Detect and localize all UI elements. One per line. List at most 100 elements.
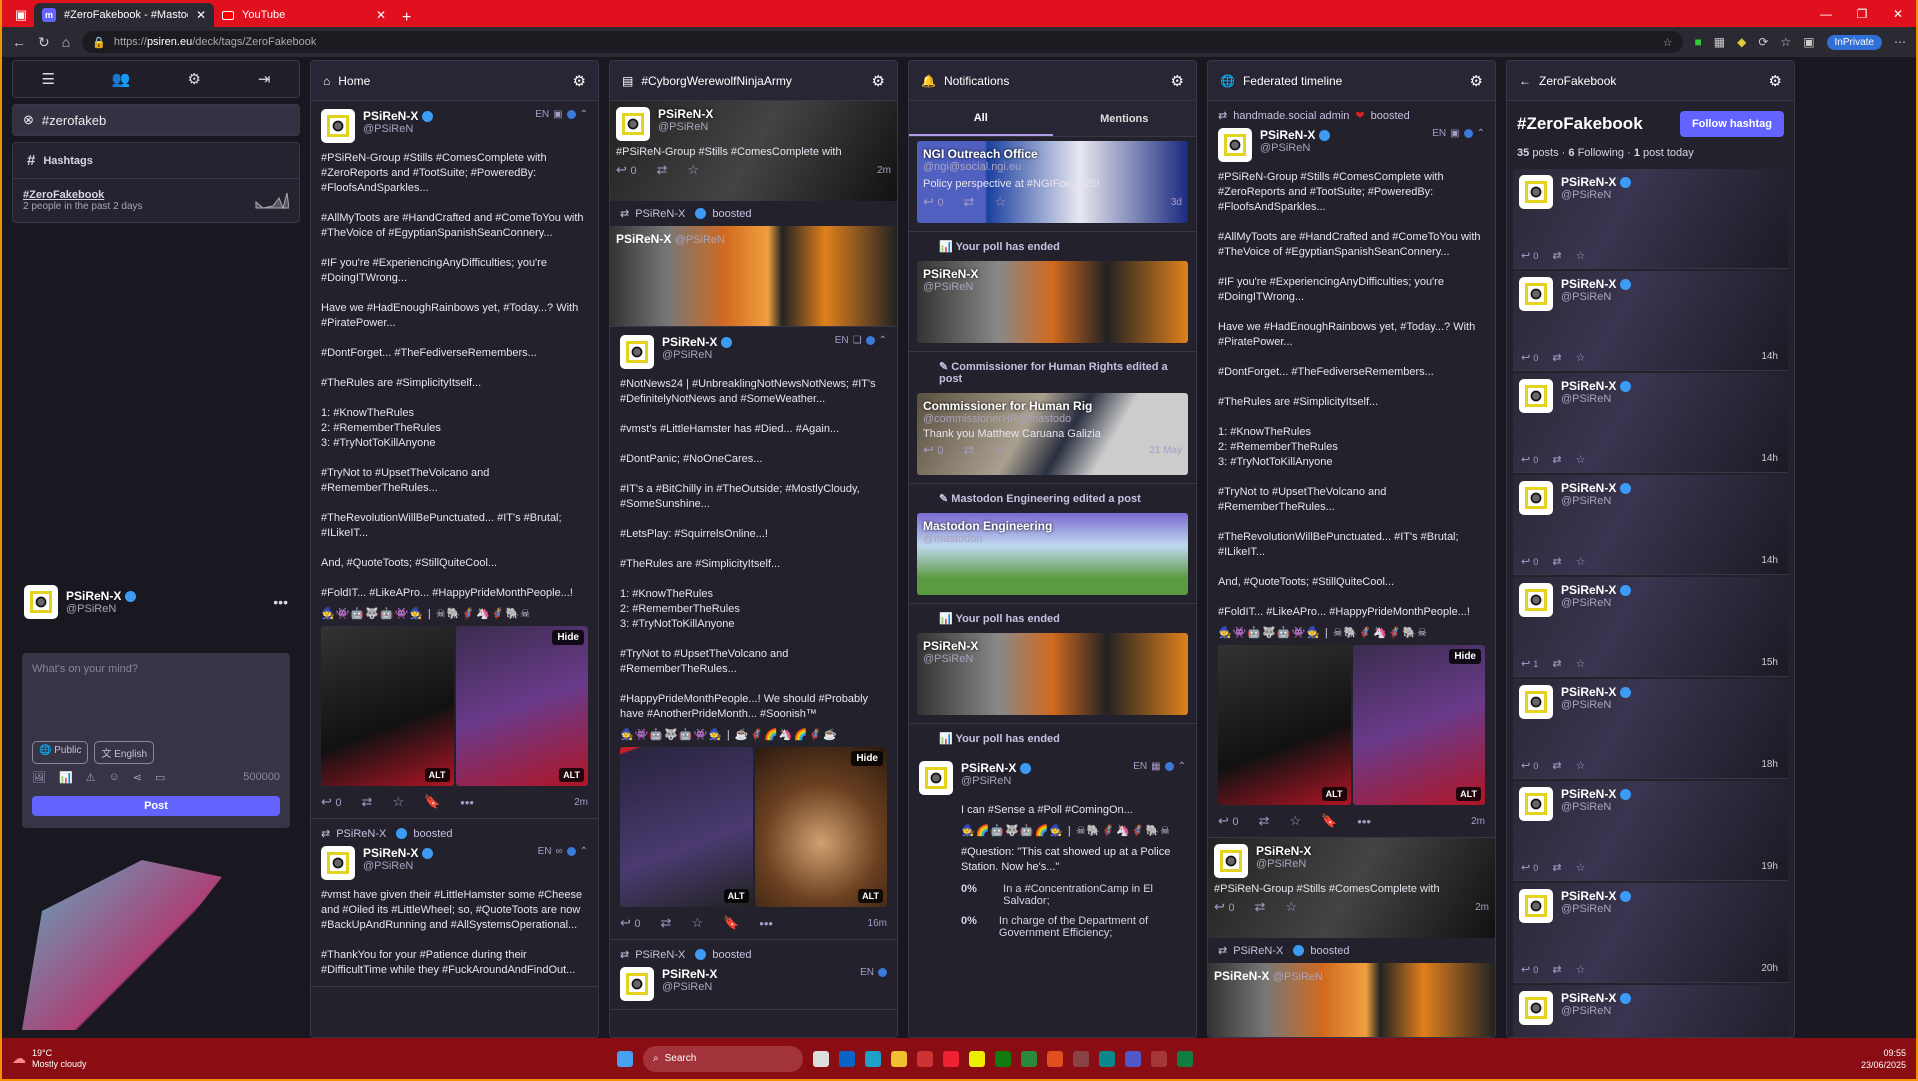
favourite-button[interactable]: ☆ — [1289, 813, 1301, 829]
access-icon[interactable] — [1151, 1050, 1167, 1067]
notification-status-card[interactable]: Mastodon Engineering @mastodon — [917, 513, 1188, 595]
media-attachment[interactable]: ALT — [1218, 645, 1351, 805]
edge-icon[interactable] — [865, 1050, 881, 1067]
hide-media-button[interactable]: Hide — [851, 751, 883, 766]
tab-all[interactable]: All — [909, 101, 1053, 136]
column-settings-gear-icon[interactable]: ⚙ — [573, 72, 586, 90]
favourite-button[interactable]: ☆ — [994, 194, 1006, 210]
status[interactable]: ⇄ PSiReN-X boosted PSiReN-X @PSiReN EN — [610, 940, 897, 1010]
favourite-button[interactable]: ☆ — [1576, 759, 1586, 772]
reply-button[interactable]: ↩ 0 — [1214, 899, 1235, 915]
author-name[interactable]: Mastodon Engineering — [923, 519, 1052, 533]
emoji-icon[interactable]: ☺ — [109, 771, 120, 784]
file-icon[interactable] — [813, 1050, 829, 1067]
column-settings-gear-icon[interactable]: ⚙ — [872, 72, 885, 90]
boost-button[interactable]: ⇄ — [657, 162, 668, 178]
weather-widget[interactable]: 19°C Mostly cloudy — [32, 1048, 87, 1070]
reply-button[interactable]: ↩ 0 — [1521, 861, 1538, 874]
home-icon[interactable]: ⌂ — [62, 34, 70, 50]
avatar[interactable] — [1519, 889, 1553, 923]
app-icon[interactable] — [943, 1050, 959, 1067]
reply-button[interactable]: ↩ 0 — [1521, 351, 1538, 364]
reply-button[interactable]: ↩ 0 — [923, 194, 944, 210]
hide-media-button[interactable]: Hide — [1449, 649, 1481, 664]
app-icon[interactable] — [1047, 1050, 1063, 1067]
logout-icon[interactable]: ⇥ — [258, 70, 271, 88]
reply-button[interactable]: ↩ 0 — [321, 794, 342, 810]
app-icon[interactable] — [1073, 1050, 1089, 1067]
clear-search-icon[interactable]: ⊗ — [23, 112, 34, 128]
excel-icon[interactable] — [1177, 1050, 1193, 1067]
weather-icon[interactable]: ☁ — [12, 1050, 26, 1067]
timestamp[interactable]: 2m — [1475, 902, 1489, 913]
favorite-star-icon[interactable]: ☆ — [1663, 36, 1673, 49]
boost-button[interactable]: ⇄ — [1552, 657, 1561, 670]
boost-button[interactable]: ⇄ — [1552, 351, 1561, 364]
system-clock[interactable]: 09:55 23/06/2025 — [1861, 1047, 1906, 1071]
author-name[interactable]: PSiReN-X — [1561, 991, 1616, 1005]
status-preview[interactable]: PSiReN-X @PSiReN ↩ 0 ⇄ ☆ 14h — [1513, 373, 1788, 473]
booster-name[interactable]: PSiReN-X — [635, 949, 685, 961]
alt-badge[interactable]: ALT — [858, 889, 883, 903]
hashtag-link[interactable]: #ZeroFakebook — [23, 189, 143, 201]
media-attachment[interactable]: Hide ALT — [455, 626, 588, 786]
booster-name[interactable]: PSiReN-X — [1233, 945, 1283, 957]
status[interactable]: ⇄ PSiReN-X boosted PSiReN-X @PSiReN EN ∞ ⌃ #vm… — [311, 819, 598, 987]
reply-button[interactable]: ↩ 0 — [923, 442, 944, 458]
preferences-gear-icon[interactable]: ⚙ — [188, 70, 201, 88]
compose-textarea[interactable]: What's on your mind? — [32, 663, 280, 675]
timestamp[interactable]: 2m — [1471, 816, 1485, 827]
timestamp[interactable]: 20h — [1761, 963, 1778, 974]
more-button[interactable]: ••• — [460, 795, 474, 810]
timestamp[interactable]: 14h — [1761, 453, 1778, 464]
favourite-button[interactable]: ☆ — [1576, 555, 1586, 568]
status[interactable]: PSiReN-X @PSiReN EN ▣ ⌃ #PSiReN-Group #Still… — [311, 101, 598, 819]
avatar[interactable] — [919, 761, 953, 795]
avatar[interactable] — [1218, 128, 1252, 162]
notification-status-card[interactable]: PSiReN-X @PSiReN — [917, 633, 1188, 715]
favourite-button[interactable]: ☆ — [1576, 963, 1586, 976]
bookmark-button[interactable]: 🔖 — [723, 915, 739, 931]
avatar[interactable] — [1519, 277, 1553, 311]
status-preview[interactable]: PSiReN-X@PSiReN↩ ⇄☆ — [1513, 985, 1788, 1037]
notification-status-card[interactable]: PSiReN-X @PSiReN — [917, 261, 1188, 343]
reply-button[interactable]: ↩ 0 — [1218, 813, 1239, 829]
booster-name[interactable]: PSiReN-X — [635, 208, 685, 220]
status-preview[interactable]: PSiReN-X @PSiReN ↩ 0 ⇄ ☆ 14h — [1513, 271, 1788, 371]
status-preview[interactable]: PSiReN-X @PSiReN #PSiReN-Group #Stills #Co… — [610, 101, 897, 201]
media-attachment[interactable]: Hide ALT — [754, 747, 887, 907]
collapse-chevron-icon[interactable]: ⌃ — [1477, 128, 1485, 139]
alt-badge[interactable]: ALT — [559, 768, 584, 782]
author-name[interactable]: PSiReN-X — [923, 267, 978, 281]
reply-button[interactable]: ↩ 0 — [1521, 249, 1538, 262]
author-name[interactable]: NGI Outreach Office — [923, 147, 1182, 161]
author-name[interactable]: PSiReN-X — [1561, 481, 1616, 495]
author-name[interactable]: PSiReN-X — [662, 335, 717, 349]
reply-button[interactable]: ↩ 0 — [1521, 963, 1538, 976]
menu-icon[interactable]: ☰ — [41, 70, 54, 88]
media-preview[interactable]: PSiReN-X @PSiReN — [1208, 963, 1495, 1037]
media-attachment[interactable]: Hide ALT — [1352, 645, 1485, 805]
author-name[interactable]: PSiReN-X — [1260, 128, 1315, 142]
bookmark-button[interactable]: 🔖 — [424, 794, 440, 810]
column-settings-gear-icon[interactable]: ⚙ — [1470, 72, 1483, 90]
media-icon[interactable]: 🖼 — [32, 771, 46, 784]
chart-app-icon[interactable] — [1021, 1050, 1037, 1067]
timestamp[interactable]: 2m — [574, 797, 588, 808]
timestamp[interactable]: 3d — [1171, 197, 1182, 208]
extension-icon[interactable]: ■ — [1695, 35, 1702, 49]
favourite-button[interactable]: ☆ — [994, 442, 1006, 458]
avatar[interactable] — [616, 107, 650, 141]
notification-status-card[interactable]: NGI Outreach Office @ngi@social.ngi.eu Pol… — [917, 141, 1188, 223]
avatar[interactable] — [321, 109, 355, 143]
post-button[interactable]: Post — [32, 796, 280, 816]
back-icon[interactable]: ← — [12, 34, 26, 50]
minimize-button[interactable]: — — [1808, 7, 1844, 21]
bookmark-button[interactable]: 🔖 — [1321, 813, 1337, 829]
back-arrow-icon[interactable]: ← — [1519, 74, 1531, 88]
more-button[interactable]: ••• — [759, 916, 773, 931]
author-name[interactable]: PSiReN-X — [363, 846, 418, 860]
boost-button[interactable]: ⇄ — [964, 194, 975, 210]
avatar[interactable] — [1519, 583, 1553, 617]
timestamp[interactable]: 21 May — [1149, 445, 1182, 456]
